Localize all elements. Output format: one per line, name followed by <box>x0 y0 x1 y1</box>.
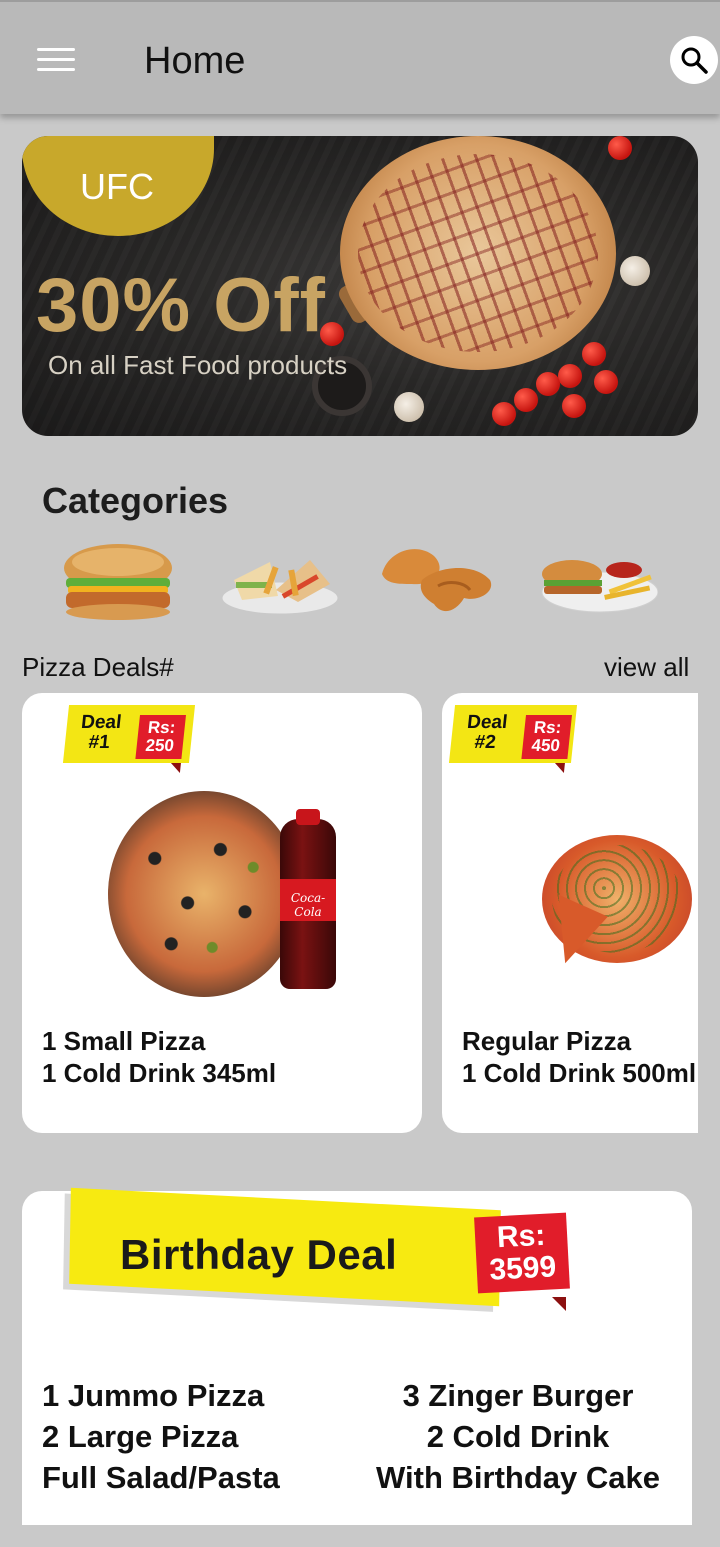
app-bar: Home <box>0 0 720 114</box>
tomato-image <box>562 394 586 418</box>
tomato-image <box>608 136 632 160</box>
tomato-image <box>558 364 582 388</box>
category-fried-chicken[interactable] <box>378 540 498 622</box>
cola-bottle-image: Coca-Cola <box>280 809 336 989</box>
list-item: 1 Jummo Pizza <box>42 1378 265 1413</box>
deal-price: Rs: 250 <box>135 715 186 759</box>
birthday-deal-price: Rs: 3599 <box>474 1212 570 1294</box>
mushroom-image <box>620 256 650 286</box>
discount-headline: 30% Off <box>36 263 326 348</box>
birthday-deal-card[interactable]: Birthday Deal Rs: 3599 1 Jummo Pizza 2 L… <box>22 1187 692 1525</box>
search-icon <box>681 47 708 74</box>
hamburger-menu-icon[interactable] <box>37 48 75 74</box>
list-item: Full Salad/Pasta <box>42 1460 280 1495</box>
discount-subline: On all Fast Food products <box>48 350 348 380</box>
deal-items: Regular Pizza 1 Cold Drink 500ml <box>462 1026 697 1088</box>
birthday-deal-title: Birthday Deal <box>120 1231 398 1278</box>
deal-items: 1 Small Pizza 1 Cold Drink 345ml <box>42 1026 277 1088</box>
pizza-deals-heading: Pizza Deals# <box>22 652 174 682</box>
fried-chicken-icon <box>382 549 492 612</box>
deal-card[interactable]: Deal #1 Rs: 250 Coca-Cola 1 Small Pizza … <box>22 693 422 1133</box>
list-item: 2 Large Pizza <box>42 1419 239 1454</box>
deal-tag: Deal #2 Rs: 450 <box>448 705 578 773</box>
deal-card[interactable]: Deal #2 Rs: 450 Regular Pizza 1 Cold Dri… <box>442 693 698 1133</box>
birthday-deal-items-left: 1 Jummo Pizza 2 Large Pizza Full Salad/P… <box>42 1375 280 1498</box>
burger-icon <box>64 544 172 620</box>
tomato-image <box>492 402 516 426</box>
deal-price: Rs: 450 <box>521 715 572 759</box>
page-title: Home <box>144 40 246 82</box>
category-burger[interactable] <box>58 540 178 622</box>
search-button[interactable] <box>670 36 718 84</box>
tomato-image <box>594 370 618 394</box>
category-sandwich[interactable] <box>220 540 340 622</box>
list-item: With Birthday Cake <box>376 1460 660 1495</box>
ufc-badge-text: UFC <box>80 166 154 207</box>
promo-banner[interactable]: UFC 30% Off On all Fast Food products <box>22 136 698 436</box>
cola-label: Coca-Cola <box>280 879 336 921</box>
tomato-image <box>582 342 606 366</box>
category-burger-platter[interactable] <box>538 540 659 622</box>
categories-heading: Categories <box>42 480 229 521</box>
deal-number: Deal #2 <box>466 712 509 753</box>
deal-tag: Deal #1 Rs: 250 <box>62 705 196 773</box>
burger-fries-platter-icon <box>541 560 659 613</box>
tomato-image <box>536 372 560 396</box>
pizza-image <box>340 136 616 370</box>
mushroom-image <box>394 392 424 422</box>
sandwich-platter-icon <box>221 560 339 615</box>
view-all-link[interactable]: view all <box>604 652 689 683</box>
birthday-deal-items-right: 3 Zinger Burger 2 Cold Drink With Birthd… <box>368 1375 668 1498</box>
list-item: 2 Cold Drink <box>426 1419 610 1454</box>
list-item: 3 Zinger Burger <box>402 1378 634 1413</box>
pizza-image <box>108 791 300 997</box>
tomato-image <box>514 388 538 412</box>
deal-number: Deal #1 <box>80 712 123 753</box>
